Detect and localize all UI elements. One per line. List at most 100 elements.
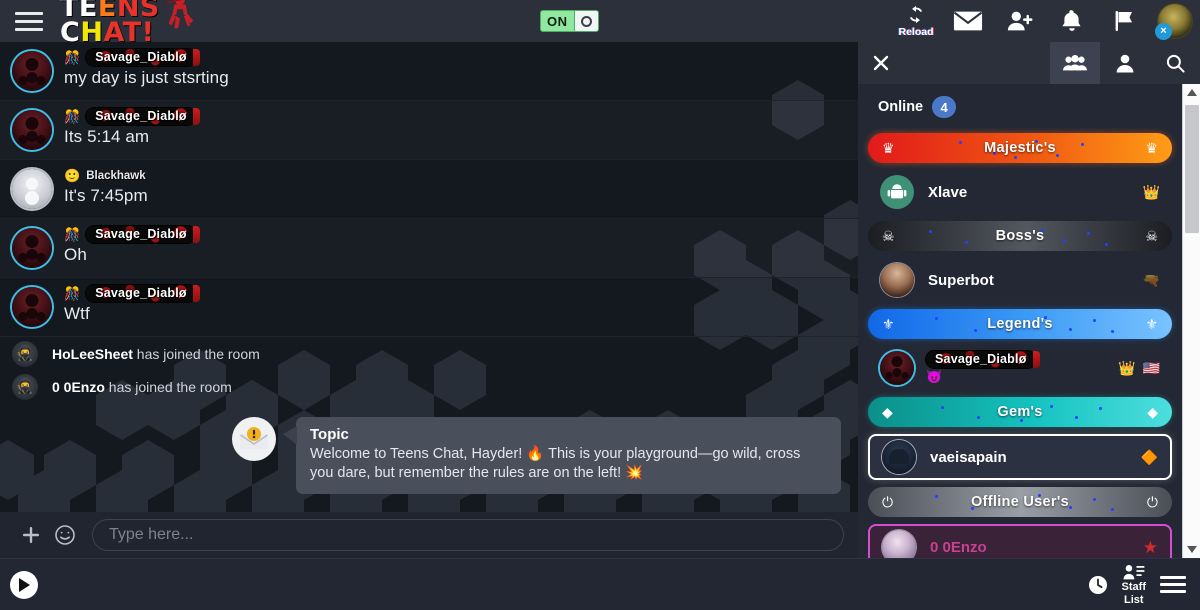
clock-button[interactable]: [1088, 575, 1108, 595]
staff-list-label-line1: Staff: [1121, 580, 1146, 593]
party-emoji-icon: 🎊: [64, 109, 81, 124]
bottom-menu-icon[interactable]: [1160, 576, 1186, 593]
bottom-bar-actions: Staff List: [1088, 563, 1200, 606]
messages-button[interactable]: [944, 0, 992, 42]
avatar[interactable]: [12, 169, 52, 209]
envelope-icon: [953, 11, 983, 31]
notifications-button[interactable]: [1048, 0, 1096, 42]
group-label: Legend's: [987, 316, 1053, 332]
bell-icon: [1062, 10, 1081, 31]
chat-on-toggle[interactable]: ON: [540, 10, 599, 32]
chat-message[interactable]: 🎊 Savage_Diablø Wtf: [0, 278, 858, 337]
staff-list-icon: [1123, 564, 1145, 580]
android-icon: [887, 184, 907, 199]
message-username[interactable]: Savage_Diablø: [86, 49, 200, 66]
staff-list-button[interactable]: Staff List: [1122, 563, 1146, 606]
message-username[interactable]: Savage_Diablø: [86, 108, 200, 125]
top-header: TEENS CHAT! ON Reload ×: [0, 0, 1200, 46]
tab-search[interactable]: [1150, 42, 1200, 84]
message-input[interactable]: Type here...: [92, 519, 844, 551]
system-message: 🥷 HoLeeSheet has joined the room: [0, 337, 858, 370]
party-emoji-icon: 🎊: [64, 50, 81, 65]
group-label: Boss's: [995, 228, 1045, 244]
message-text: Its 5:14 am: [64, 127, 150, 146]
hamburger-icon[interactable]: [0, 11, 58, 31]
avatar[interactable]: [12, 228, 52, 268]
scroll-track[interactable]: [1183, 101, 1200, 541]
scroll-thumb[interactable]: [1184, 105, 1199, 233]
staff-list-label-line2: List: [1123, 593, 1144, 606]
play-icon[interactable]: [10, 570, 38, 599]
star-badge-icon: ★: [1142, 537, 1158, 557]
avatar[interactable]: [880, 263, 914, 297]
tab-users[interactable]: [1050, 42, 1100, 84]
flag-icon: [1115, 11, 1132, 31]
crown-badge-icon: 👑: [1142, 184, 1160, 200]
report-button[interactable]: [1100, 0, 1148, 42]
chat-message[interactable]: 🎊 Savage_Diablø Its 5:14 am: [0, 101, 858, 160]
user-avatar[interactable]: ×: [1155, 4, 1192, 40]
chat-message[interactable]: 🙂 Blackhawk It's 7:45pm: [0, 160, 858, 219]
avatar[interactable]: [12, 110, 52, 150]
scroll-down-arrow[interactable]: [1183, 541, 1200, 558]
topic-title: Topic: [310, 426, 349, 443]
gun-badge-icon: 🔫: [1142, 272, 1160, 288]
group-label: Majestic's: [984, 140, 1056, 156]
user-row-xlave[interactable]: Xlave 👑: [868, 170, 1172, 214]
message-input-placeholder: Type here...: [109, 526, 194, 543]
avatar[interactable]: [12, 51, 52, 91]
user-row-superbot[interactable]: Superbot 🔫: [868, 258, 1172, 302]
group-header-offline-users[interactable]: ⏻ Offline User's ⏻: [868, 487, 1172, 517]
message-text: Oh: [64, 245, 87, 264]
avatar[interactable]: [12, 287, 52, 327]
panel-tabs: [858, 42, 1200, 84]
avatar[interactable]: [882, 530, 916, 558]
chat-message[interactable]: 🎊 Savage_Diablø my day is just stsrting: [0, 42, 858, 101]
crown-icon: ♛: [1145, 140, 1158, 156]
user-row-vaeisapain[interactable]: vaeisapain 🔶: [868, 434, 1172, 480]
message-text: Wtf: [64, 304, 90, 323]
system-avatar: 🥷: [12, 340, 38, 367]
crown-badge-icon: 👑: [1118, 360, 1136, 376]
group-header-gems[interactable]: ◆ Gem's ◆: [868, 397, 1172, 427]
toggle-label: ON: [547, 13, 568, 29]
smiley-icon[interactable]: [48, 518, 82, 552]
plus-icon[interactable]: [14, 518, 48, 552]
people-icon: [1063, 55, 1087, 71]
reload-icon: [909, 5, 923, 24]
group-header-bosss[interactable]: ☠ Boss's ☠: [868, 221, 1172, 251]
message-list: 🎊 Savage_Diablø my day is just stsrting …: [0, 42, 858, 512]
avatar[interactable]: [880, 351, 914, 385]
panel-scrollbar[interactable]: [1182, 84, 1200, 558]
clock-icon: [1088, 575, 1107, 594]
message-username[interactable]: Savage_Diablø: [86, 226, 200, 243]
ninja-mascot-icon: [166, 0, 194, 29]
party-emoji-icon: 🎊: [64, 227, 81, 242]
user-row-enzo[interactable]: 0 0Enzo ★: [868, 524, 1172, 558]
add-friend-button[interactable]: [996, 0, 1044, 42]
online-label: Online: [878, 99, 924, 115]
online-header: Online 4: [868, 92, 1172, 126]
group-header-legends[interactable]: ⚜ Legend's ⚜: [868, 309, 1172, 339]
skull-icon: ☠: [882, 228, 895, 244]
user-name: vaeisapain: [930, 448, 1007, 466]
envelope-alert-icon: [232, 417, 276, 461]
diamond-icon: ◆: [1147, 404, 1158, 420]
avatar[interactable]: [880, 175, 914, 209]
group-header-majestics[interactable]: ♛ Majestic's ♛: [868, 133, 1172, 163]
reload-button[interactable]: Reload: [892, 0, 940, 42]
message-username[interactable]: Blackhawk: [86, 170, 145, 182]
crown-icon: ♛: [882, 140, 895, 156]
user-row-savage-diablo[interactable]: Savage_Diablø 😈 👑 🇺🇸: [868, 346, 1172, 390]
system-suffix: has joined the room: [104, 378, 232, 395]
person-icon: [1116, 54, 1134, 72]
tab-profile[interactable]: [1100, 42, 1150, 84]
message-username[interactable]: Savage_Diablø: [86, 285, 200, 302]
scroll-up-arrow[interactable]: [1183, 84, 1200, 101]
avatar[interactable]: [882, 440, 916, 474]
message-composer: Type here...: [0, 512, 858, 558]
power-icon: ⏻: [1146, 494, 1158, 510]
chat-message[interactable]: 🎊 Savage_Diablø Oh: [0, 219, 858, 278]
panel-close-button[interactable]: [858, 42, 904, 84]
user-name: Xlave: [928, 183, 968, 201]
